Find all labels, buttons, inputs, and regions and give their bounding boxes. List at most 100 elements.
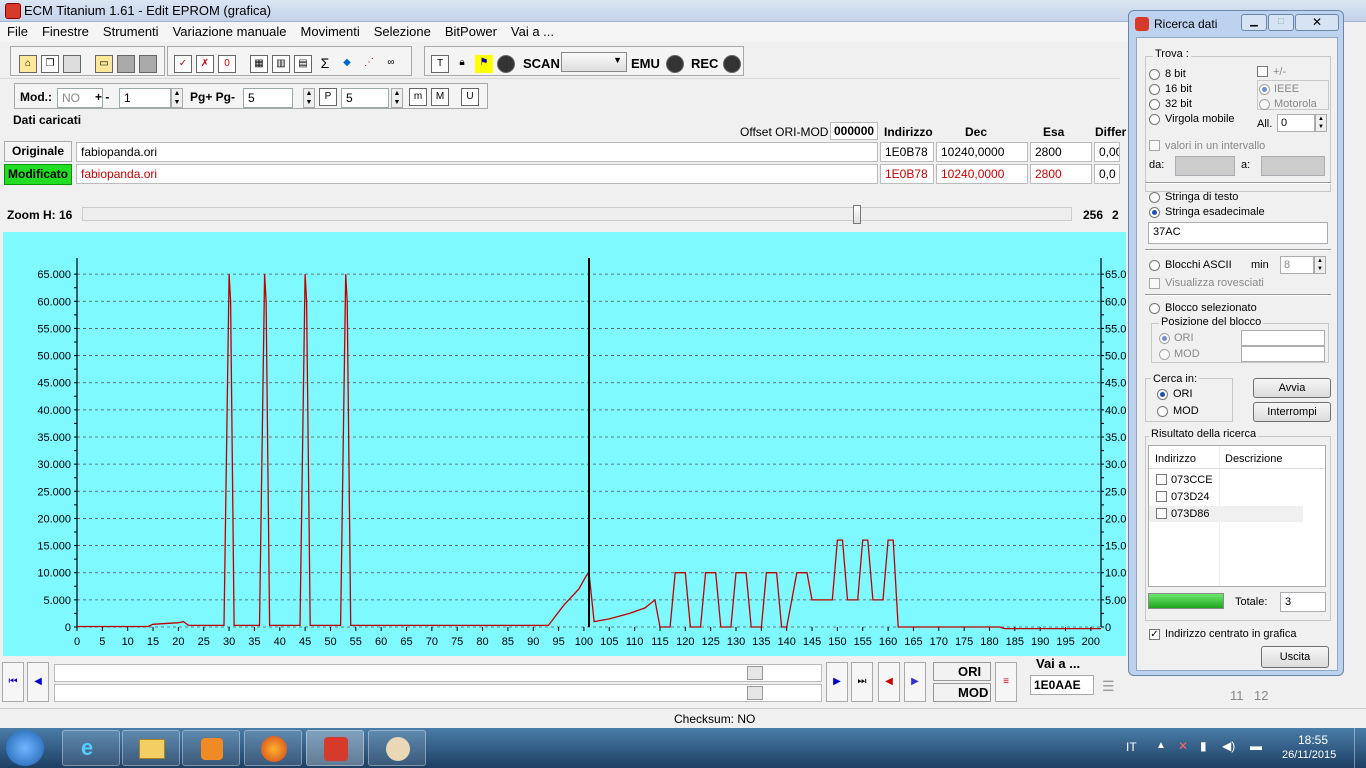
checkbox-plusminus[interactable] [1257, 66, 1268, 77]
da-field[interactable] [1175, 156, 1235, 176]
checkbox-intervallo[interactable] [1149, 140, 1160, 151]
radio-16bit[interactable] [1149, 84, 1160, 95]
offset-field[interactable]: 000000 [830, 122, 878, 140]
paint-taskbar-icon[interactable] [368, 730, 426, 766]
text-t-icon[interactable]: T [431, 55, 449, 73]
m-big-icon[interactable]: M [431, 88, 449, 106]
checklist-cancel-icon[interactable]: ✗ [196, 55, 214, 73]
checkbox-centrato[interactable]: ✓ [1149, 629, 1160, 640]
vai-address-field[interactable]: 1E0AAE [1030, 675, 1094, 695]
lock-icon[interactable]: 🔒︎ [453, 55, 471, 73]
scan-combo[interactable]: ▼ [561, 52, 627, 72]
mod-scroll-thumb[interactable] [747, 686, 763, 700]
results-list[interactable]: Indirizzo Descrizione 073CCE 073D24 073D… [1148, 445, 1326, 587]
media-taskbar-icon[interactable] [182, 730, 240, 766]
runner-icon[interactable]: ⚑ [475, 55, 493, 73]
paste-icon[interactable] [63, 55, 81, 73]
plusminus-field[interactable]: 1 [119, 88, 171, 108]
chart-panel[interactable]: 005.0005.00010.00010.00015.00015.00020.0… [3, 232, 1126, 656]
result-row[interactable]: 073D24 [1149, 489, 1325, 505]
graph-icon[interactable]: ⋰ [360, 55, 378, 73]
radio-cerca-ori[interactable] [1157, 389, 1168, 400]
ecm-taskbar-icon[interactable] [306, 730, 364, 766]
radio-ieee[interactable] [1259, 84, 1270, 95]
interrompi-button[interactable]: Interrompi [1253, 402, 1331, 422]
firefox-taskbar-icon[interactable] [244, 730, 302, 766]
close-button[interactable]: ✕ [1295, 14, 1339, 31]
mod-lock-button[interactable]: MOD [933, 683, 991, 702]
result-row[interactable]: 073D86 [1149, 506, 1303, 522]
radio-pos-ori[interactable] [1159, 333, 1170, 344]
clock-date[interactable]: 26/11/2015 [1282, 749, 1336, 761]
menu-variazione-manuale[interactable]: Variazione manuale [166, 22, 294, 42]
p-field[interactable]: 5 [341, 88, 389, 108]
mod-scrollbar[interactable] [54, 684, 822, 702]
menu-bitpower[interactable]: BitPower [438, 22, 504, 42]
uscita-button[interactable]: Uscita [1261, 646, 1329, 668]
last-page-icon[interactable]: ⏭ [851, 662, 873, 702]
menu-selezione[interactable]: Selezione [367, 22, 438, 42]
volume-icon[interactable]: ◀) [1222, 739, 1235, 753]
show-desktop-button[interactable] [1354, 728, 1366, 768]
pos-mod-field[interactable] [1241, 346, 1325, 362]
network-icon[interactable]: ✕ [1178, 739, 1188, 753]
m-small-icon[interactable]: m [409, 88, 427, 106]
radio-blocco[interactable] [1149, 303, 1160, 314]
radio-stringa-testo[interactable] [1149, 192, 1160, 203]
menu-movimenti[interactable]: Movimenti [294, 22, 367, 42]
result-checkbox[interactable] [1156, 491, 1167, 502]
map-icon[interactable]: ▦ [250, 55, 268, 73]
table-icon[interactable]: ▥ [272, 55, 290, 73]
sum-icon[interactable]: Σ [316, 55, 334, 73]
u-icon[interactable]: U [461, 88, 479, 106]
record-dot-icon[interactable] [497, 55, 515, 73]
p-icon[interactable]: P [319, 88, 337, 106]
maximize-button[interactable]: □ [1268, 14, 1294, 31]
menu-file[interactable]: File [0, 22, 35, 42]
explorer-taskbar-icon[interactable] [122, 730, 180, 766]
binoculars-icon[interactable]: ∞ [382, 55, 400, 73]
minimize-button[interactable]: ▁ [1241, 14, 1267, 31]
plusminus-stepper[interactable]: ▲ ▼ [171, 88, 183, 108]
radio-8bit[interactable] [1149, 69, 1160, 80]
zero-icon[interactable]: 0 [218, 55, 236, 73]
rec-record-icon[interactable] [723, 55, 741, 73]
pos-ori-field[interactable] [1241, 330, 1325, 346]
prev-page-icon[interactable]: ◀ [27, 662, 49, 702]
min-field[interactable]: 8 [1280, 256, 1314, 274]
menu-finestre[interactable]: Finestre [35, 22, 96, 42]
grid-icon[interactable]: ▤ [294, 55, 312, 73]
radio-blocchi[interactable] [1149, 260, 1160, 271]
search-string-input[interactable]: 37AC [1148, 222, 1328, 244]
first-page-icon[interactable]: ⏮ [2, 662, 24, 702]
ori-lock-button[interactable]: ORI [933, 662, 991, 681]
result-row[interactable]: 073CCE [1149, 472, 1325, 488]
flag-icon[interactable]: ≡ [995, 662, 1017, 702]
align-left-icon[interactable]: ☰ [1102, 678, 1118, 694]
checklist-icon[interactable]: ✓ [174, 55, 192, 73]
signal-icon[interactable]: ▮ [1200, 739, 1207, 753]
next-diff-icon[interactable]: ▶ [904, 662, 926, 702]
a-field[interactable] [1261, 156, 1325, 176]
save-icon[interactable] [117, 55, 135, 73]
checkbox-rovesciati[interactable] [1149, 278, 1160, 289]
result-checkbox[interactable] [1156, 474, 1167, 485]
ori-scroll-thumb[interactable] [747, 666, 763, 680]
save-as-icon[interactable] [139, 55, 157, 73]
ori-scrollbar[interactable] [54, 664, 822, 682]
copy-icon[interactable]: ❐ [41, 55, 59, 73]
avvia-button[interactable]: Avvia [1253, 378, 1331, 398]
radio-32bit[interactable] [1149, 99, 1160, 110]
clock-time[interactable]: 18:55 [1298, 733, 1328, 747]
result-checkbox[interactable] [1156, 508, 1167, 519]
radio-pos-mod[interactable] [1159, 349, 1170, 360]
usb-icon[interactable]: ▬ [1250, 739, 1262, 753]
ie-taskbar-icon[interactable]: e [62, 730, 120, 766]
radio-stringa-esa[interactable] [1149, 207, 1160, 218]
pg-field[interactable]: 5 [243, 88, 293, 108]
color-cube-icon[interactable]: ◆ [338, 55, 356, 73]
eprom-chart[interactable]: 005.0005.00010.00010.00015.00015.00020.0… [3, 232, 1126, 656]
prev-diff-icon[interactable]: ◀ [878, 662, 900, 702]
all-field[interactable]: 0 [1277, 114, 1315, 132]
min-stepper[interactable]: ▲ ▼ [1314, 256, 1326, 274]
